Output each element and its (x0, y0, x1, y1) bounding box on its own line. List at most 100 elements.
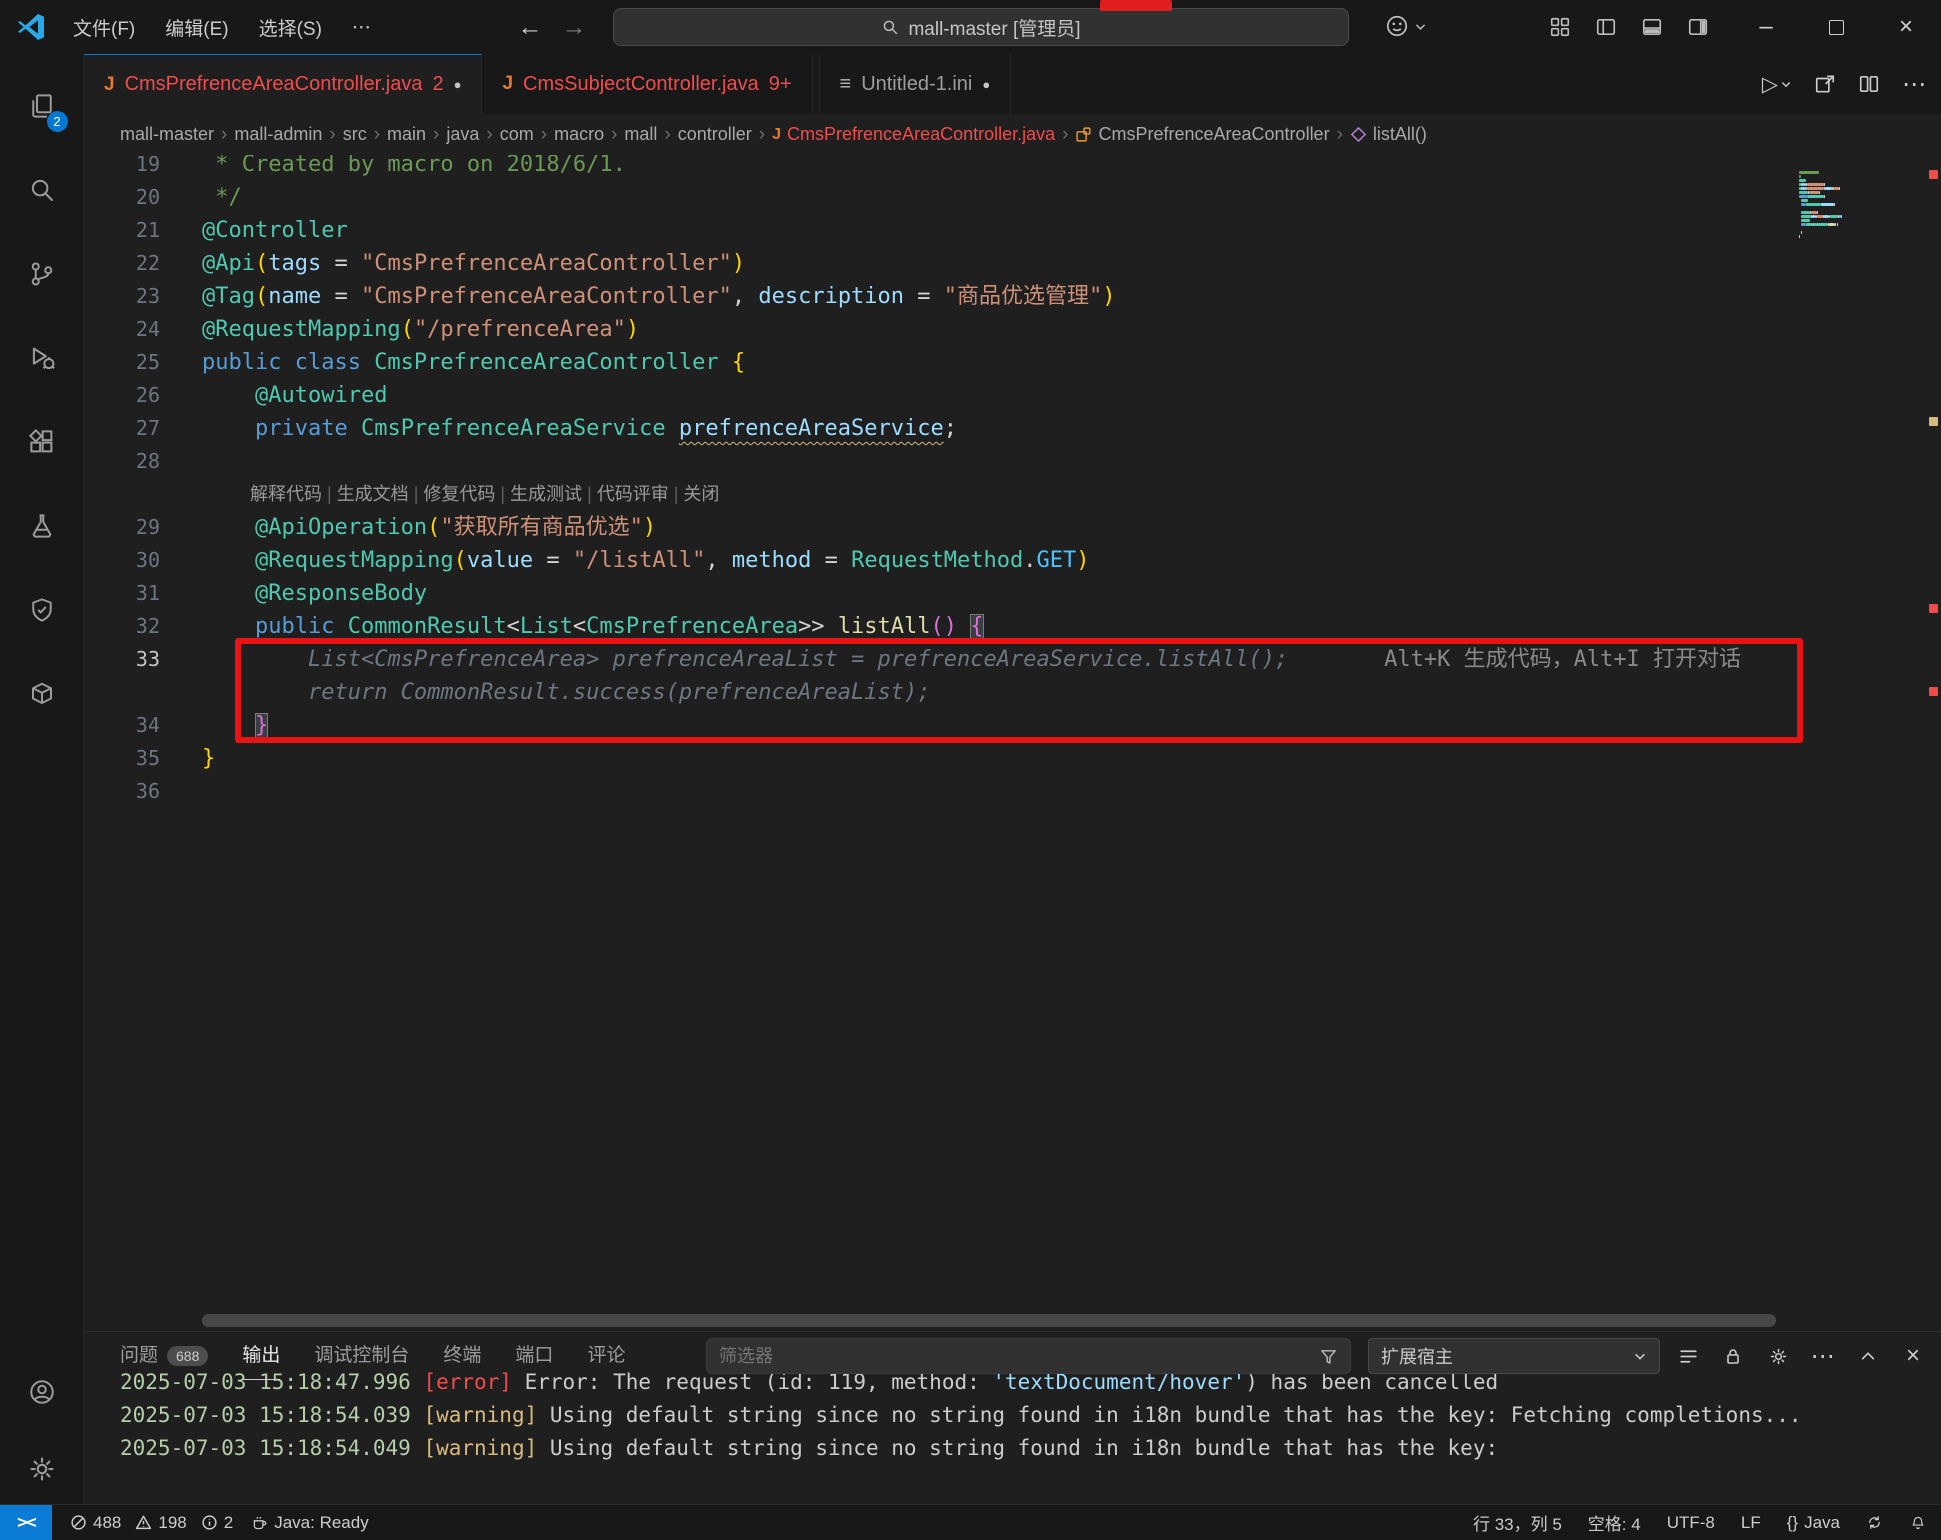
line-number[interactable]: 34 (84, 709, 160, 742)
extensions-icon[interactable] (0, 400, 84, 484)
code-line[interactable]: 28 (202, 445, 1791, 478)
code-line[interactable]: 23@Tag(name = "CmsPrefrenceAreaControlle… (202, 280, 1791, 313)
panel-tab[interactable]: 评论 (587, 1332, 625, 1380)
panel-tab[interactable]: 端口 (515, 1332, 553, 1380)
code-line[interactable]: 20 */ (202, 181, 1791, 214)
code-line[interactable]: return CommonResult.success(prefrenceAre… (202, 676, 1791, 709)
split-editor-icon[interactable] (1858, 73, 1880, 95)
line-number[interactable]: 20 (84, 181, 160, 214)
codelens-action[interactable]: 修复代码 (423, 484, 495, 504)
tab[interactable]: ≡Untitled-1.ini● (819, 54, 1012, 114)
eol-sequence[interactable]: LF (1741, 1513, 1761, 1533)
line-number[interactable]: 24 (84, 313, 160, 346)
scroll-lock-icon[interactable] (1721, 1344, 1745, 1368)
filter-input[interactable] (719, 1346, 1319, 1367)
line-number[interactable]: 32 (84, 610, 160, 643)
tab[interactable]: JCmsSubjectController.java9+ (482, 54, 812, 114)
line-number[interactable]: 25 (84, 346, 160, 379)
line-number[interactable]: 36 (84, 775, 160, 808)
panel-tab[interactable]: 调试控制台 (314, 1332, 409, 1380)
sync-icon[interactable] (1866, 1514, 1883, 1531)
line-number[interactable]: 19 (84, 155, 160, 181)
code-line[interactable]: 32 public CommonResult<List<CmsPrefrence… (202, 610, 1791, 643)
code-line[interactable]: 30 @RequestMapping(value = "/listAll", m… (202, 544, 1791, 577)
code-line[interactable]: 25public class CmsPrefrenceAreaControlle… (202, 346, 1791, 379)
panel-tab[interactable]: 终端 (443, 1332, 481, 1380)
open-preview-icon[interactable] (1814, 73, 1836, 95)
output-settings-icon[interactable] (1766, 1344, 1790, 1368)
run-button[interactable]: ▷ (1762, 72, 1792, 97)
code-line[interactable]: 34 } (202, 709, 1791, 742)
codelens-action[interactable]: 解释代码 (250, 484, 322, 504)
forward-arrow-icon[interactable]: → (556, 10, 592, 44)
settings-gear-icon[interactable] (0, 1434, 84, 1504)
problems-status[interactable]: 488 198 2 (70, 1513, 233, 1533)
toggle-secondary-sidebar-icon[interactable] (1685, 14, 1711, 40)
close-button[interactable]: × (1871, 0, 1941, 54)
breadcrumb-item[interactable]: macro (554, 124, 604, 145)
more-actions-icon[interactable]: ⋯ (1811, 1344, 1835, 1368)
line-number[interactable]: 26 (84, 379, 160, 412)
code-line[interactable]: 27 private CmsPrefrenceAreaService prefr… (202, 412, 1791, 445)
code-line[interactable]: 31 @ResponseBody (202, 577, 1791, 610)
code-line[interactable]: 29 @ApiOperation("获取所有商品优选") (202, 511, 1791, 544)
filter-funnel-icon[interactable] (1319, 1347, 1338, 1366)
code-line[interactable]: 35} (202, 742, 1791, 775)
panel-tab[interactable]: 输出 (242, 1332, 280, 1380)
panel-tab[interactable]: 问题688 (120, 1332, 208, 1380)
line-number[interactable]: 23 (84, 280, 160, 313)
remote-indicator[interactable]: >< (0, 1505, 52, 1540)
breadcrumb-item[interactable]: main (387, 124, 426, 145)
run-debug-icon[interactable] (0, 316, 84, 400)
panel-filter[interactable] (706, 1338, 1351, 1374)
code-line[interactable]: 22@Api(tags = "CmsPrefrenceAreaControlle… (202, 247, 1791, 280)
profile-icon[interactable] (1384, 13, 1427, 39)
line-number[interactable]: 30 (84, 544, 160, 577)
tab[interactable]: JCmsPrefrenceAreaController.java2● (84, 54, 482, 114)
toggle-panel-icon[interactable] (1639, 14, 1665, 40)
breadcrumb-item[interactable]: listAll() (1350, 124, 1427, 145)
java-projects-icon[interactable] (0, 568, 84, 652)
menu-item[interactable]: 选择(S) (244, 8, 337, 47)
line-number[interactable]: 35 (84, 742, 160, 775)
encoding[interactable]: UTF-8 (1667, 1513, 1715, 1533)
cursor-position[interactable]: 行 33，列 5 (1473, 1510, 1562, 1535)
breadcrumb-item[interactable]: controller (678, 124, 752, 145)
close-panel-icon[interactable]: × (1901, 1344, 1925, 1368)
source-control-icon[interactable] (0, 232, 84, 316)
line-number[interactable]: 27 (84, 412, 160, 445)
word-wrap-icon[interactable] (1676, 1344, 1700, 1368)
line-number[interactable]: 31 (84, 577, 160, 610)
code-line[interactable]: 33 List<CmsPrefrenceArea> prefrenceAreaL… (202, 643, 1791, 676)
minimap[interactable] (1799, 171, 1917, 243)
breadcrumb-item[interactable]: JCmsPrefrenceAreaController.java (772, 124, 1055, 145)
code-line[interactable]: 26 @Autowired (202, 379, 1791, 412)
codelens-action[interactable]: 生成文档 (337, 484, 409, 504)
breadcrumb-item[interactable]: java (446, 124, 479, 145)
testing-icon[interactable] (0, 484, 84, 568)
menu-item[interactable]: 编辑(E) (150, 8, 243, 47)
command-center-search[interactable]: mall-master [管理员] (613, 8, 1349, 46)
back-arrow-icon[interactable]: ← (512, 10, 548, 44)
breadcrumb-item[interactable]: mall-admin (234, 124, 322, 145)
line-number[interactable]: 28 (84, 445, 160, 478)
code-line[interactable]: 24@RequestMapping("/prefrenceArea") (202, 313, 1791, 346)
line-number[interactable]: 22 (84, 247, 160, 280)
code-line[interactable]: 36 (202, 775, 1791, 808)
minimize-button[interactable]: – (1731, 0, 1801, 54)
toggle-sidebar-icon[interactable] (1593, 14, 1619, 40)
breadcrumb-item[interactable]: src (343, 124, 367, 145)
maximize-panel-icon[interactable] (1856, 1344, 1880, 1368)
breadcrumb-item[interactable]: mall-master (120, 124, 214, 145)
line-number[interactable]: 21 (84, 214, 160, 247)
java-status[interactable]: Java: Ready (251, 1513, 369, 1533)
codelens-action[interactable]: 生成测试 (510, 484, 582, 504)
code-editor[interactable]: 19 * Created by macro on 2018/6/1.20 */2… (84, 155, 1941, 1331)
notifications-bell-icon[interactable] (1909, 1514, 1927, 1532)
horizontal-scrollbar[interactable] (202, 1314, 1776, 1327)
code-line[interactable]: 21@Controller (202, 214, 1791, 247)
codelens-action[interactable]: 关闭 (683, 484, 719, 504)
breadcrumb-item[interactable]: CmsPrefrenceAreaController (1075, 124, 1329, 145)
docker-icon[interactable] (0, 652, 84, 736)
breadcrumb-item[interactable]: com (500, 124, 534, 145)
